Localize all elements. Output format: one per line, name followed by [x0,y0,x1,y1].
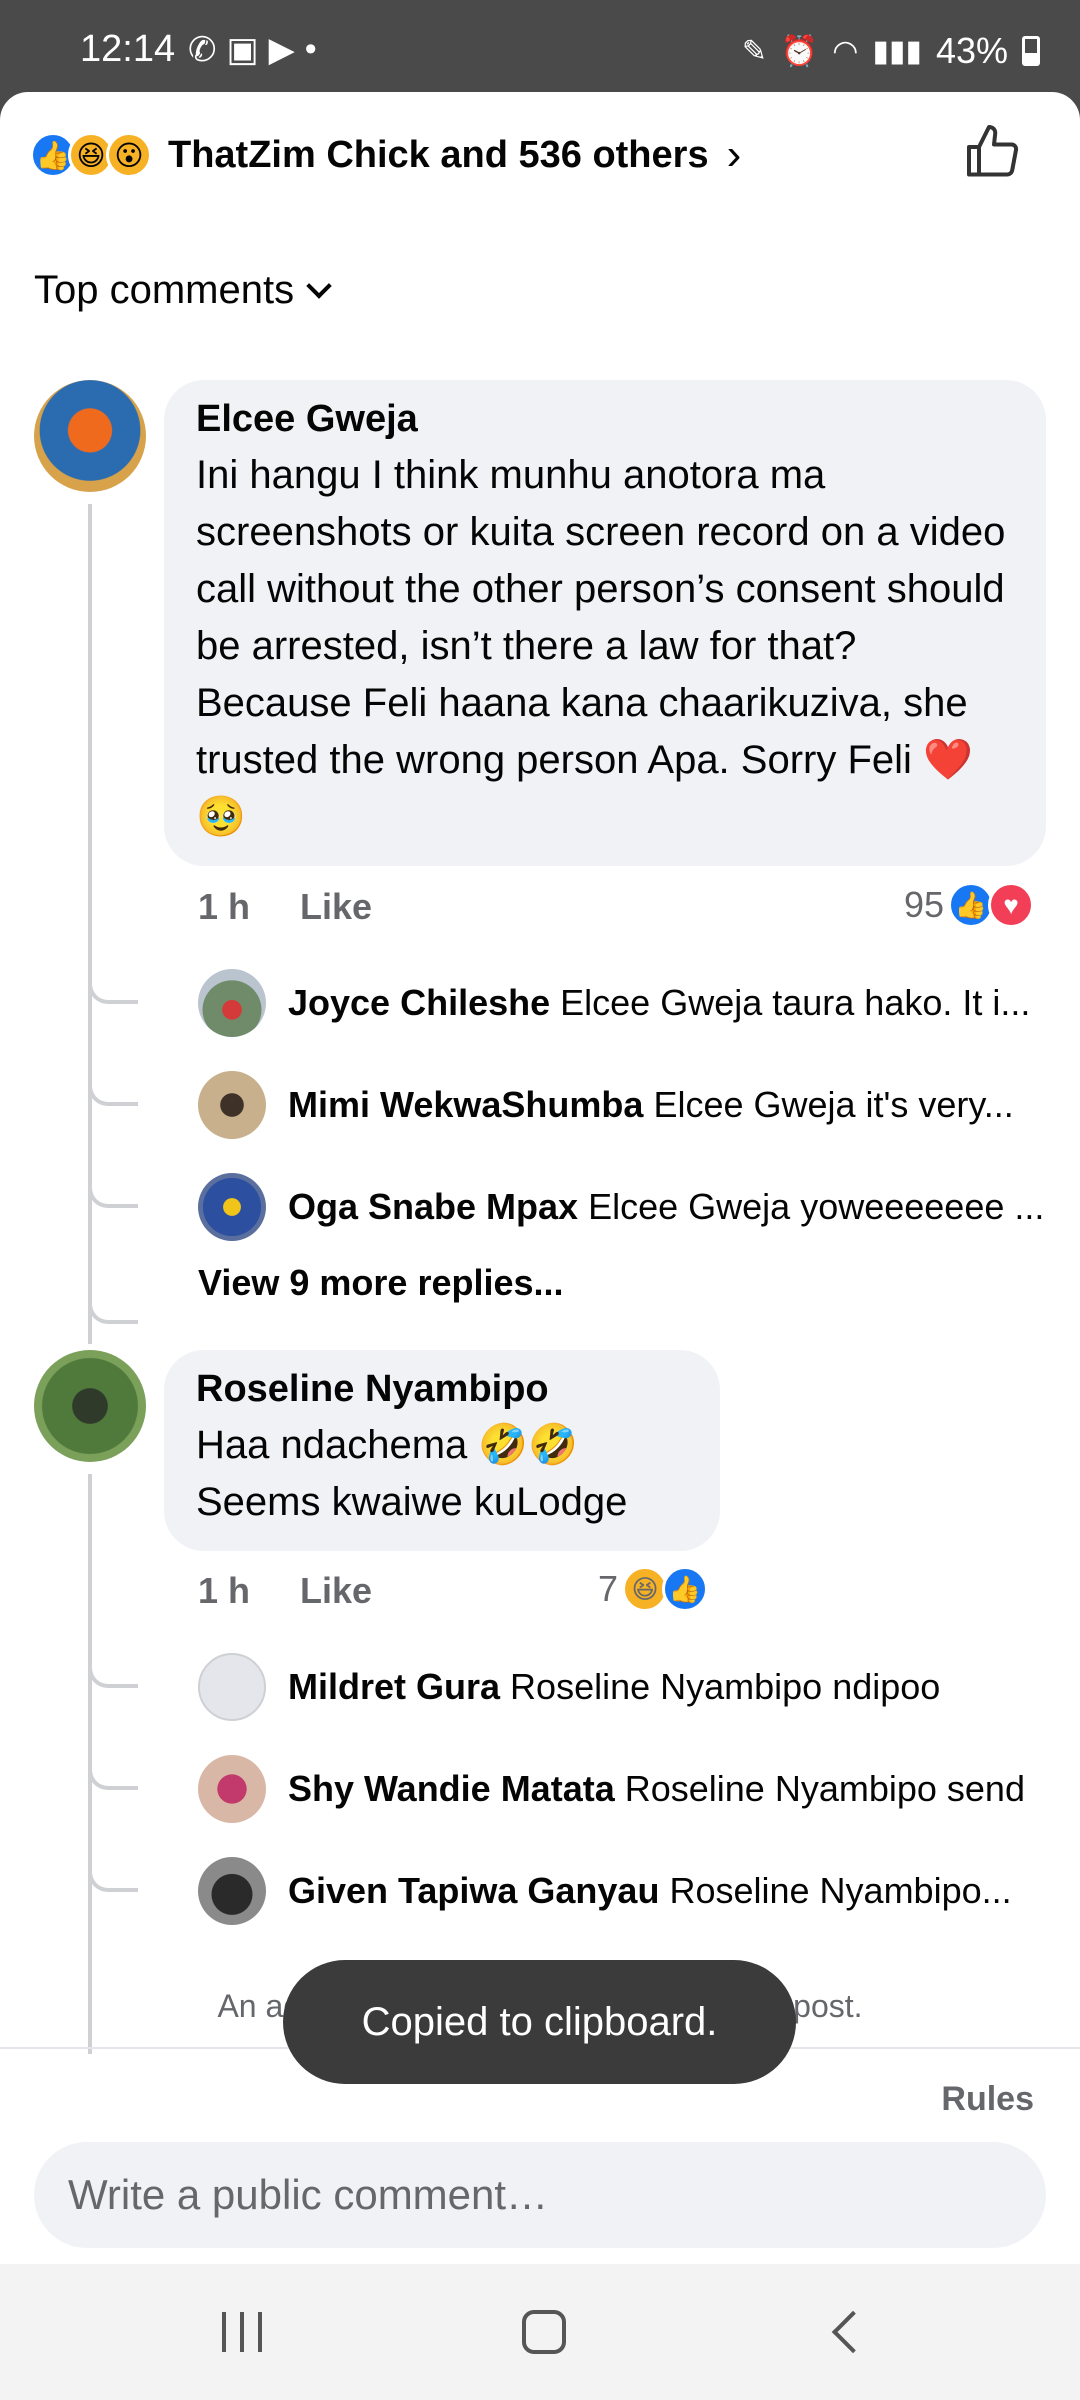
reaction-icons: 👍 😆 😮 [30,132,152,178]
reply-text: Roseline Nyambipo send [624,1768,1025,1809]
reactors-label: ThatZim Chick and 536 others [168,133,709,176]
pen-icon: ✎ [741,34,767,68]
like-reaction-icon: 👍 [662,1566,709,1612]
reply-item[interactable]: Mildret Gura Roseline Nyambipo ndipoo [198,1652,1048,1722]
avatar[interactable] [198,1071,266,1139]
alarm-icon: ⏰ [780,34,819,68]
chevron-down-icon [306,272,332,299]
reply-item[interactable]: Joyce Chileshe Elcee Gweja taura hako. I… [198,968,1048,1038]
home-icon [522,2310,566,2354]
youtube-icon: ▶ [268,31,295,69]
avatar[interactable] [34,1350,146,1462]
like-link[interactable]: Like [300,886,372,928]
thread-branch [88,1760,138,1790]
reply-text: Elcee Gweja taura hako. It i... [560,982,1031,1023]
recent-apps-button[interactable] [142,2264,342,2400]
reply-author[interactable]: Oga Snabe Mpax [288,1186,578,1227]
battery-percent: 43% [935,30,1008,71]
wow-reaction-icon: 😮 [106,132,152,178]
thread-branch [88,1862,138,1892]
reply-text: Elcee Gweja it's very... [653,1084,1014,1125]
comment-actions: 1 h Like [198,1570,372,1612]
chevron-right-icon: › [726,130,742,179]
avatar[interactable] [198,1653,266,1721]
like-button-icon[interactable] [964,122,1024,182]
notification-icons: ✆ ▣ ▶ • [188,30,317,70]
reply-item[interactable]: Shy Wandie Matata Roseline Nyambipo send [198,1754,1048,1824]
reply-item[interactable]: Mimi WekwaShumba Elcee Gweja it's very..… [198,1070,1048,1140]
comment-author[interactable]: Roseline Nyambipo [196,1368,688,1411]
reply-author[interactable]: Mildret Gura [288,1666,500,1707]
whatsapp-icon: ✆ [188,31,217,69]
reaction-count[interactable]: 95 👍 ♥ [904,882,1035,928]
reply-item[interactable]: Given Tapiwa Ganyau Roseline Nyambipo... [198,1856,1048,1926]
reply-text: Roseline Nyambipo... [669,1870,1012,1911]
reply-author[interactable]: Shy Wandie Matata [288,1768,615,1809]
reaction-count[interactable]: 7 😆 👍 [598,1566,709,1612]
thread-branch [88,974,138,1004]
avatar[interactable] [198,1857,266,1925]
status-time: 12:14 [80,28,176,70]
thread-branch [88,1178,138,1208]
comment-bubble[interactable]: Roseline Nyambipo Haa ndachema 🤣🤣 Seems … [164,1350,720,1551]
avatar[interactable] [198,1173,266,1241]
comment-author[interactable]: Elcee Gweja [196,398,1014,441]
comment-time: 1 h [198,886,251,927]
comment-bubble[interactable]: Elcee Gweja Ini hangu I think munhu anot… [164,380,1046,866]
reply-text: Roseline Nyambipo ndipoo [510,1666,941,1707]
dot-icon: • [304,30,317,68]
avatar[interactable] [198,969,266,1037]
comment-actions: 1 h Like [198,886,372,928]
back-button[interactable] [746,2264,946,2400]
avatar[interactable] [34,380,146,492]
thread-branch [88,1658,138,1688]
thread-line [88,504,92,1344]
comment-text: Ini hangu I think munhu anotora ma scree… [196,453,1006,839]
reaction-count-value: 7 [598,1568,619,1609]
reply-text: Elcee Gweja yoweeeeeee ... [588,1186,1045,1227]
comment-time: 1 h [198,1570,251,1611]
comment-input-placeholder: Write a public comment… [68,2171,549,2218]
comment-input[interactable]: Write a public comment… [34,2142,1046,2248]
reactions-summary[interactable]: 👍 😆 😮 ThatZim Chick and 536 others › [30,130,741,180]
avatar[interactable] [198,1755,266,1823]
wifi-icon: ◠ [832,34,859,68]
view-more-replies-link[interactable]: View 9 more replies... [198,1262,564,1304]
system-nav-bar [0,2264,1080,2400]
like-link[interactable]: Like [300,1570,372,1612]
system-icons: ✎ ⏰ ◠ ▮▮▮ 43% [742,30,1040,72]
reply-author[interactable]: Joyce Chileshe [288,982,550,1023]
sort-dropdown[interactable]: Top comments [34,268,332,313]
rules-link[interactable]: Rules [941,2080,1034,2119]
reaction-count-value: 95 [904,884,945,925]
battery-icon [1022,36,1040,66]
thread-branch [88,1076,138,1106]
status-bar: 12:14 ✆ ▣ ▶ • ✎ ⏰ ◠ ▮▮▮ 43% [0,0,1080,92]
reply-item[interactable]: Oga Snabe Mpax Elcee Gweja yoweeeeeee ..… [198,1172,1048,1242]
toast-message: Copied to clipboard. [283,1960,796,2084]
back-arrow-icon [831,2310,875,2354]
reply-author[interactable]: Given Tapiwa Ganyau [288,1870,659,1911]
recent-apps-icon [222,2312,262,2352]
gallery-icon: ▣ [226,31,259,69]
comments-sheet: 👍 😆 😮 ThatZim Chick and 536 others › Top… [0,92,1080,2264]
thread-branch [88,1262,138,1324]
sort-label: Top comments [34,268,295,312]
home-button[interactable] [444,2264,644,2400]
love-reaction-icon: ♥ [988,882,1035,928]
reply-author[interactable]: Mimi WekwaShumba [288,1084,643,1125]
comment-text: Haa ndachema 🤣🤣 Seems kwaiwe kuLodge [196,1423,628,1524]
signal-icon: ▮▮▮ [872,34,922,68]
